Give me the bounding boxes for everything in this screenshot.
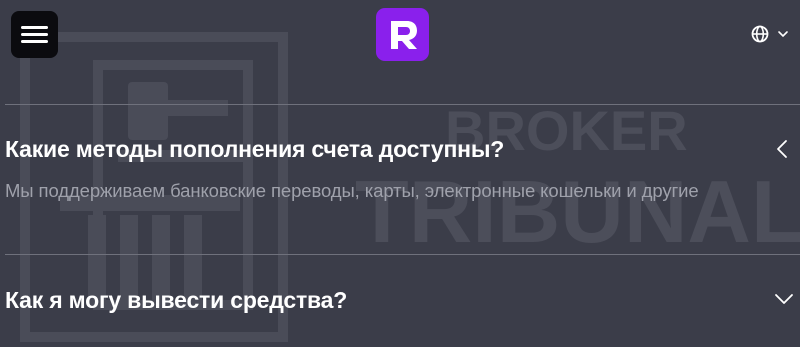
chevron-down-icon[interactable] bbox=[773, 288, 795, 310]
hamburger-menu-icon bbox=[21, 40, 48, 43]
faq-answer-1: Мы поддерживаем банковские переводы, кар… bbox=[5, 180, 699, 201]
language-selector[interactable] bbox=[750, 24, 792, 44]
brand-logo[interactable] bbox=[376, 8, 429, 61]
menu-button[interactable] bbox=[11, 11, 58, 58]
divider bbox=[5, 254, 800, 255]
top-bar bbox=[0, 0, 800, 70]
hamburger-menu-icon bbox=[21, 33, 48, 36]
hamburger-menu-icon bbox=[21, 26, 48, 29]
divider bbox=[5, 104, 800, 105]
globe-icon bbox=[751, 25, 769, 43]
watermark-line2: TRIBUNAL bbox=[355, 162, 800, 261]
faq-question-2[interactable]: Как я могу вывести средства? bbox=[5, 287, 705, 314]
faq-question-1[interactable]: Какие методы пополнения счета доступны? bbox=[5, 136, 705, 163]
brand-logo-icon bbox=[391, 21, 417, 49]
chevron-down-icon bbox=[778, 31, 788, 38]
chevron-left-icon[interactable] bbox=[772, 138, 794, 160]
